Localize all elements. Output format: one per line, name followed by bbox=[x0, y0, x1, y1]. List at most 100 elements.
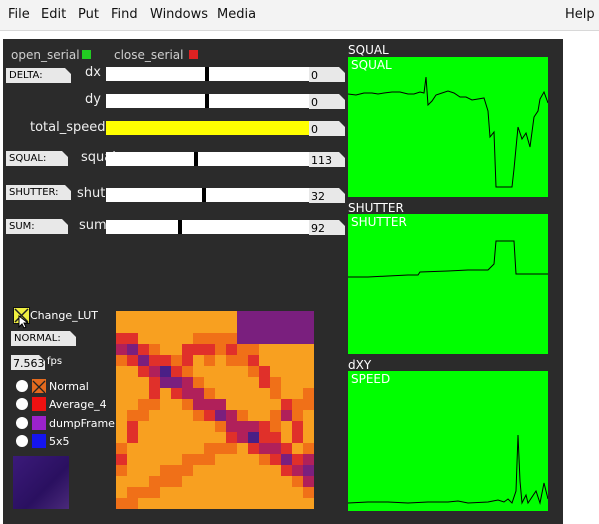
sensor-pixel bbox=[259, 344, 270, 355]
sensor-pixel bbox=[116, 399, 127, 410]
sensor-pixel bbox=[160, 366, 171, 377]
sensor-pixel bbox=[182, 399, 193, 410]
sensor-pixel bbox=[149, 333, 160, 344]
sum-flag[interactable]: SUM: bbox=[6, 219, 68, 234]
sensor-pixel bbox=[138, 322, 149, 333]
sensor-pixel bbox=[270, 498, 281, 509]
sensor-pixel bbox=[160, 333, 171, 344]
sensor-pixel bbox=[259, 487, 270, 498]
sensor-pixel bbox=[160, 377, 171, 388]
sensor-pixel bbox=[259, 476, 270, 487]
sensor-pixel bbox=[149, 355, 160, 366]
average4-bang[interactable] bbox=[16, 398, 28, 410]
sensor-pixel bbox=[226, 443, 237, 454]
menu-media[interactable]: Media bbox=[217, 7, 256, 22]
sensor-pixel bbox=[237, 311, 248, 322]
sensor-pixel bbox=[303, 388, 314, 399]
sensor-pixel bbox=[248, 311, 259, 322]
menu-windows[interactable]: Windows bbox=[150, 7, 208, 22]
sensor-pixel bbox=[259, 421, 270, 432]
sensor-pixel bbox=[193, 355, 204, 366]
sensor-pixel bbox=[193, 443, 204, 454]
sensor-pixel bbox=[215, 487, 226, 498]
menu-file[interactable]: File bbox=[8, 7, 30, 22]
squal-flag[interactable]: SQUAL: bbox=[6, 151, 68, 166]
sensor-pixel bbox=[270, 421, 281, 432]
shutter-slider[interactable] bbox=[106, 188, 309, 202]
sensor-pixel bbox=[248, 421, 259, 432]
dy-slider-knob[interactable] bbox=[205, 94, 209, 108]
sum-slider-knob[interactable] bbox=[178, 220, 182, 234]
delta-flag[interactable]: DELTA: bbox=[6, 68, 71, 83]
sensor-pixel bbox=[270, 355, 281, 366]
sensor-pixel bbox=[303, 311, 314, 322]
dy-number[interactable]: 0 bbox=[309, 94, 345, 109]
dumpframe-toggle[interactable] bbox=[32, 416, 46, 430]
sensor-pixel bbox=[270, 311, 281, 322]
squal-number[interactable]: 113 bbox=[309, 152, 345, 167]
sensor-pixel bbox=[226, 410, 237, 421]
sensor-pixel bbox=[237, 399, 248, 410]
total-speed-label: total_speed bbox=[30, 120, 106, 135]
squal-slider-knob[interactable] bbox=[194, 152, 198, 166]
dumpframe-bang[interactable] bbox=[16, 417, 28, 429]
fps-number[interactable]: 7.563 bbox=[11, 355, 45, 370]
squal-graph: SQUAL bbox=[348, 57, 548, 197]
dx-slider-knob[interactable] bbox=[205, 67, 209, 81]
dy-slider[interactable] bbox=[106, 94, 309, 108]
sensor-pixel bbox=[160, 432, 171, 443]
sensor-pixel bbox=[292, 432, 303, 443]
sum-slider[interactable] bbox=[106, 220, 309, 234]
sensor-pixel bbox=[204, 432, 215, 443]
sensor-pixel bbox=[127, 410, 138, 421]
sensor-pixel bbox=[138, 344, 149, 355]
total-speed-slider[interactable] bbox=[106, 121, 309, 135]
5x5-bang[interactable] bbox=[16, 435, 28, 447]
sensor-pixel bbox=[292, 388, 303, 399]
sensor-pixel bbox=[149, 476, 160, 487]
shutter-slider-knob[interactable] bbox=[202, 188, 206, 202]
menu-edit[interactable]: Edit bbox=[41, 7, 66, 22]
sensor-pixel bbox=[204, 421, 215, 432]
menu-put[interactable]: Put bbox=[78, 7, 99, 22]
sensor-pixel bbox=[281, 487, 292, 498]
sensor-pixel bbox=[259, 322, 270, 333]
sensor-pixel bbox=[270, 410, 281, 421]
sensor-pixel bbox=[281, 443, 292, 454]
sensor-pixel bbox=[237, 476, 248, 487]
normal-bang[interactable] bbox=[16, 380, 28, 392]
sensor-pixel bbox=[116, 421, 127, 432]
dx-slider[interactable] bbox=[106, 67, 309, 81]
squal-graph-title: SQUAL bbox=[348, 43, 389, 57]
sensor-pixel bbox=[160, 311, 171, 322]
menu-help[interactable]: Help bbox=[565, 7, 595, 22]
sensor-pixel bbox=[226, 498, 237, 509]
shutter-flag[interactable]: SHUTTER: bbox=[6, 185, 71, 200]
sensor-pixel bbox=[204, 355, 215, 366]
sensor-pixel bbox=[171, 465, 182, 476]
average4-toggle[interactable] bbox=[32, 397, 46, 411]
close-serial-bang[interactable] bbox=[189, 50, 198, 59]
sensor-pixel bbox=[270, 476, 281, 487]
change-lut-label: Change_LUT bbox=[30, 309, 98, 322]
dx-number[interactable]: 0 bbox=[309, 67, 345, 82]
sensor-pixel bbox=[160, 421, 171, 432]
open-serial-bang[interactable] bbox=[82, 50, 91, 59]
shutter-number[interactable]: 32 bbox=[309, 188, 345, 203]
sum-number[interactable]: 92 bbox=[309, 220, 345, 235]
total-speed-number[interactable]: 0 bbox=[309, 121, 345, 136]
normal-toggle[interactable] bbox=[32, 379, 46, 394]
sensor-pixel bbox=[303, 410, 314, 421]
squal-slider[interactable] bbox=[106, 152, 309, 166]
5x5-toggle[interactable] bbox=[32, 434, 46, 448]
sensor-pixel bbox=[292, 344, 303, 355]
close-serial-label: close_serial bbox=[114, 48, 184, 62]
sensor-pixel bbox=[138, 476, 149, 487]
sensor-pixel bbox=[182, 333, 193, 344]
sensor-pixel bbox=[248, 344, 259, 355]
sensor-pixel bbox=[138, 333, 149, 344]
sensor-pixel bbox=[149, 377, 160, 388]
sensor-pixel bbox=[215, 410, 226, 421]
normal-flag[interactable]: NORMAL: bbox=[11, 331, 76, 346]
menu-find[interactable]: Find bbox=[111, 7, 138, 22]
